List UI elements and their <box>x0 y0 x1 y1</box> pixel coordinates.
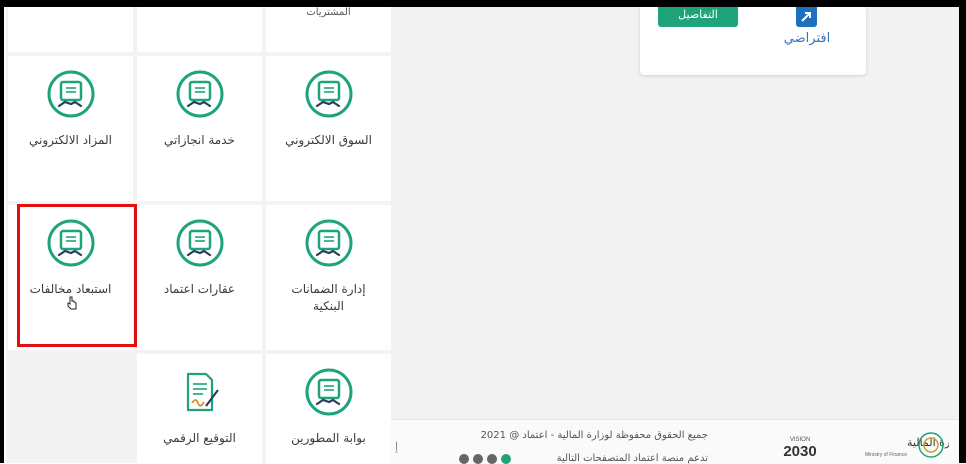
virtual-label[interactable]: افتراضي <box>778 31 836 46</box>
service-tile-partial[interactable] <box>8 7 133 52</box>
svg-text:2030: 2030 <box>783 443 816 460</box>
service-tile-etimad-real-estate[interactable]: عقارات اعتماد <box>137 205 262 350</box>
service-tile-developers-portal[interactable]: بوابة المطورين <box>266 354 391 463</box>
hand-cursor-icon <box>67 296 77 310</box>
vision-2030-logo: VISION 2030 <box>783 437 816 460</box>
tile-label-line2: البنكية <box>313 299 344 313</box>
document-signature-icon <box>186 372 219 412</box>
tablet-hand-icon <box>176 219 223 267</box>
tile-label: السوق الالكتروني <box>285 133 372 147</box>
svg-text:Ministry of Finance: Ministry of Finance <box>865 452 907 458</box>
service-tile-bank-guarantees[interactable]: إدارة الضمانات البنكية <box>266 205 391 350</box>
supported-browsers-text: تدعم منصة اعتماد المتصفحات التالية <box>556 453 708 464</box>
empty-tile-slot <box>8 354 133 463</box>
service-tile-e-market[interactable]: السوق الالكتروني <box>266 56 391 201</box>
service-tile-enjazati[interactable]: خدمة انجازاتي <box>137 56 262 201</box>
service-tile-procurement[interactable]: المشتريات <box>266 7 391 52</box>
service-tile-e-auction[interactable]: المزاد الالكتروني <box>8 56 133 201</box>
page-footer: إ جميع الحقوق محفوظة لوزارة المالية - اع… <box>391 419 959 464</box>
window-top-border <box>0 0 966 7</box>
window-right-border <box>959 0 966 463</box>
window-left-border <box>0 0 4 463</box>
tile-label: المزاد الالكتروني <box>29 133 112 147</box>
tablet-hand-icon <box>47 70 94 118</box>
tile-label: التوقيع الرقمي <box>163 431 236 445</box>
copyright-text: جميع الحقوق محفوظة لوزارة المالية - اعتم… <box>480 430 708 441</box>
tablet-hand-icon <box>305 219 352 267</box>
tablet-hand-icon <box>305 70 352 118</box>
arrow-icon[interactable] <box>796 7 817 27</box>
tile-label: إدارة الضمانات <box>291 282 366 296</box>
footer-edge-text: إ <box>395 440 399 453</box>
tablet-hand-icon <box>176 70 223 118</box>
service-tile-digital-signature[interactable]: التوقيع الرقمي <box>137 354 262 463</box>
tile-label: خدمة انجازاتي <box>164 133 235 147</box>
highlight-box <box>17 204 137 347</box>
service-tile-partial[interactable] <box>137 7 262 52</box>
details-button[interactable]: التفاصيل <box>658 7 738 27</box>
tablet-hand-icon <box>305 368 352 416</box>
ministry-of-finance-logo: وزارة المالية Ministry of Finance <box>865 432 949 458</box>
tile-label: المشتريات <box>306 7 351 18</box>
tile-label: بوابة المطورين <box>291 431 366 445</box>
tile-label: عقارات اعتماد <box>163 282 236 296</box>
